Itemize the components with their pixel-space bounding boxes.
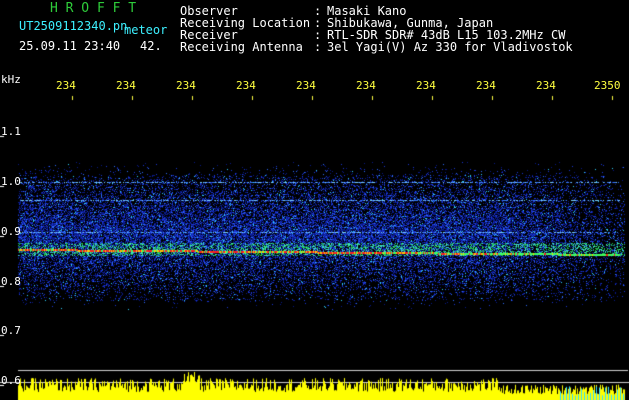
y-tick-label: 1.1 bbox=[1, 125, 21, 138]
x-tick-label: 234 bbox=[536, 79, 556, 92]
waterfall-spectrogram bbox=[0, 0, 629, 400]
x-tick-label: 2350 bbox=[594, 79, 621, 92]
y-tick-label: 0.7 bbox=[1, 324, 21, 337]
y-tick-label: 0.8 bbox=[1, 275, 21, 288]
y-tick-label: 0.9 bbox=[1, 225, 21, 238]
x-tick-label: 234 bbox=[476, 79, 496, 92]
app-title: H R O F F T bbox=[50, 1, 137, 16]
y-tick-label: 0.6 bbox=[1, 374, 21, 387]
y-axis-unit: kHz bbox=[1, 73, 21, 86]
x-tick-label: 234 bbox=[116, 79, 136, 92]
x-tick-label: 234 bbox=[236, 79, 256, 92]
x-tick-label: 234 bbox=[296, 79, 316, 92]
timestamp: 25.09.11 23:40 bbox=[19, 39, 121, 53]
info-value-antenna: 3el Yagi(V) Az 330 for Vladivostok bbox=[327, 40, 573, 54]
y-tick-label: 1.0 bbox=[1, 175, 21, 188]
x-tick-label: 234 bbox=[176, 79, 196, 92]
x-tick-label: 234 bbox=[56, 79, 76, 92]
file-name: UT2509112340.pn bbox=[19, 19, 128, 33]
x-tick-label: 234 bbox=[356, 79, 376, 92]
x-tick-label: 234 bbox=[416, 79, 436, 92]
count-value: 42. bbox=[140, 39, 162, 53]
info-label-antenna: Receiving Antenna bbox=[180, 40, 303, 54]
info-separator: : bbox=[314, 40, 322, 54]
mode-label: meteor bbox=[124, 23, 168, 37]
